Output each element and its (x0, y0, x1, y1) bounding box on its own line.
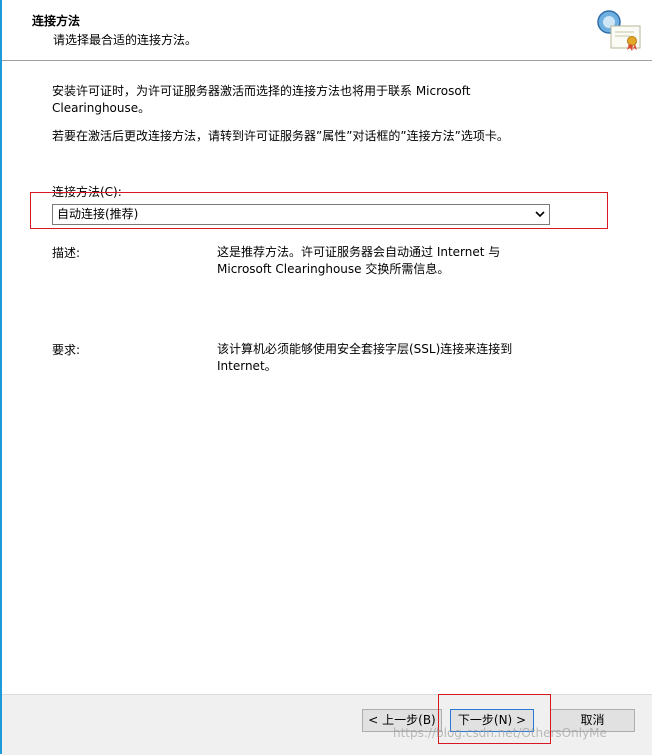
requirements-label: 要求: (52, 343, 81, 357)
description-text: 这是推荐方法。许可证服务器会自动通过 Internet 与 Microsoft … (217, 245, 501, 276)
intro-text: 安装许可证时，为许可证服务器激活而选择的连接方法也将用于联系 Microsoft… (52, 84, 471, 115)
description-label: 描述: (52, 246, 81, 260)
page-subtitle: 请选择最合适的连接方法。 (53, 33, 198, 47)
highlight-box-method (30, 192, 608, 229)
certificate-icon (597, 10, 641, 51)
wizard-header: 连接方法 请选择最合适的连接方法。 (2, 0, 652, 61)
watermark-text: https://blog.csdn.net/OthersOnlyMe (393, 726, 607, 740)
page-title: 连接方法 (32, 14, 81, 28)
wizard-window: 连接方法 请选择最合适的连接方法。 安装许可证时，为许可证服务器激活而选择的连接… (0, 0, 652, 755)
wizard-body (2, 61, 652, 694)
requirements-text: 该计算机必须能够使用安全套接字层(SSL)连接来连接到 Internet。 (217, 342, 513, 373)
intro-note: 若要在激活后更改连接方法，请转到许可证服务器”属性”对话框的”连接方法”选项卡。 (52, 129, 509, 143)
